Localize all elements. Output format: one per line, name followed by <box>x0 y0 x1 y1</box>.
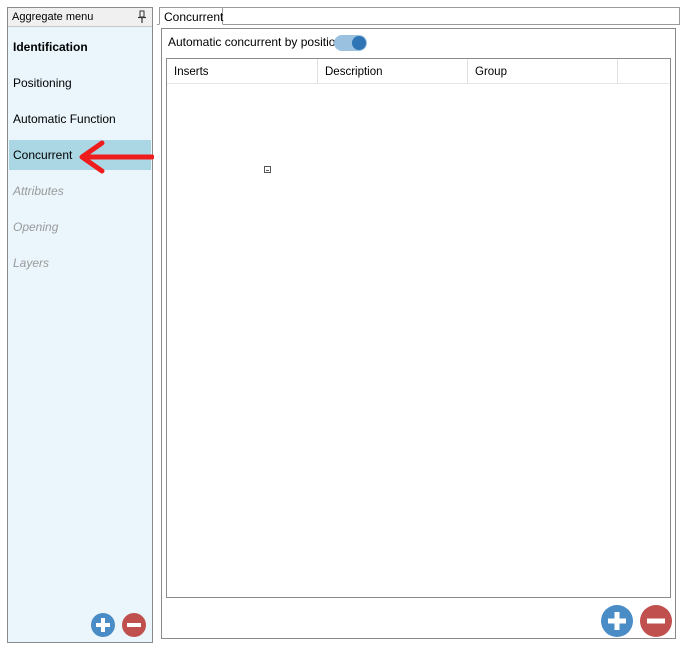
add-concurrent-button[interactable] <box>601 605 633 637</box>
automatic-concurrent-label: Automatic concurrent by position <box>168 35 343 49</box>
menu-item-layers: Layers <box>9 248 151 278</box>
tab-strip-background <box>223 7 680 24</box>
column-header-label: Description <box>325 66 383 78</box>
plus-circle-icon <box>91 613 115 637</box>
tab-concurrent[interactable]: Concurrent <box>159 7 223 25</box>
menu-item-automatic-function[interactable]: Automatic Function <box>9 104 151 134</box>
pin-icon[interactable] <box>137 10 147 24</box>
plus-circle-icon <box>601 605 633 637</box>
add-aggregate-button[interactable] <box>91 613 115 637</box>
menu-item-attributes: Attributes <box>9 176 151 206</box>
menu-item-opening: Opening <box>9 212 151 242</box>
menu-item-label: Layers <box>13 256 50 270</box>
menu-item-label: Identification <box>13 40 88 54</box>
menu-item-label: Attributes <box>13 184 64 198</box>
tab-label: Concurrent <box>164 10 224 24</box>
minus-circle-icon <box>640 605 672 637</box>
remove-aggregate-button[interactable] <box>122 613 146 637</box>
column-header-label: Group <box>475 66 507 78</box>
menu-item-label: Concurrent <box>13 148 73 162</box>
tab-strip: Concurrent <box>157 7 680 25</box>
table-header: Inserts Description Group <box>167 59 670 84</box>
column-header-inserts[interactable]: Inserts <box>167 59 318 84</box>
menu-item-label: Positioning <box>13 76 72 90</box>
menu-item-label: Opening <box>13 220 59 234</box>
concurrent-content: Automatic concurrent by position Inserts… <box>161 28 676 639</box>
menu-item-positioning[interactable]: Positioning <box>9 68 151 98</box>
menu-item-identification[interactable]: Identification <box>9 32 151 62</box>
column-header-group[interactable]: Group <box>468 59 618 84</box>
toggle-knob <box>352 36 366 50</box>
menu-item-label: Automatic Function <box>13 112 116 126</box>
aggregate-menu-panel: Aggregate menu Identification Positionin… <box>7 7 153 643</box>
automatic-concurrent-toggle[interactable] <box>334 35 367 51</box>
remove-concurrent-button[interactable] <box>640 605 672 637</box>
aggregate-menu-title: Aggregate menu <box>12 11 94 23</box>
column-header-description[interactable]: Description <box>318 59 468 84</box>
column-header-label: Inserts <box>174 66 209 78</box>
grid-marker-icon <box>264 166 271 173</box>
concurrent-table[interactable]: Inserts Description Group <box>166 58 671 598</box>
red-arrow-icon <box>76 140 155 174</box>
minus-circle-icon <box>122 613 146 637</box>
concurrent-panel: Concurrent Automatic concurrent by posit… <box>157 7 680 643</box>
aggregate-menu-header: Aggregate menu <box>8 8 152 27</box>
